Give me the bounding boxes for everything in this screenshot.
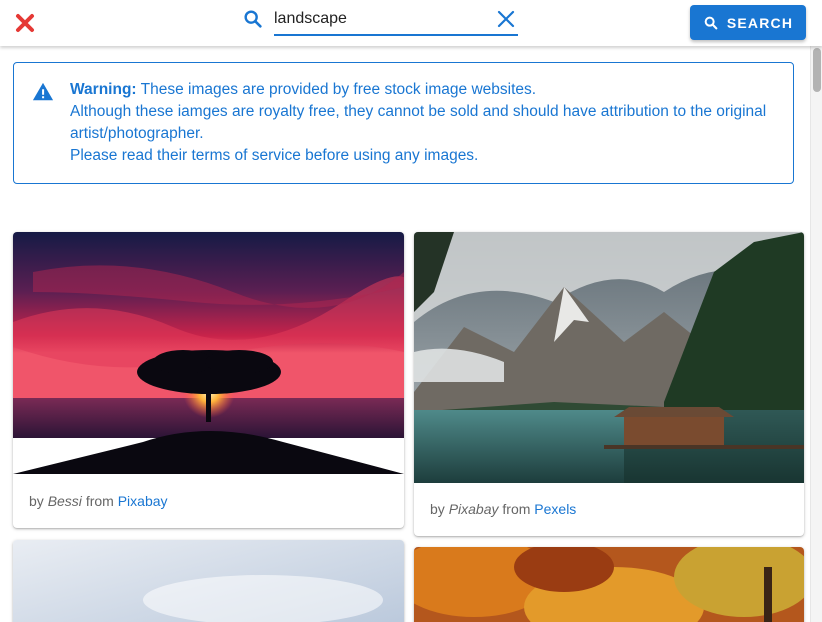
result-image[interactable]	[13, 540, 404, 622]
search-input[interactable]	[274, 6, 518, 36]
search-button-label: SEARCH	[726, 14, 794, 31]
result-image[interactable]	[414, 547, 804, 622]
search-icon	[242, 8, 264, 30]
image-card[interactable]: by Pixabay from Pexels	[414, 232, 804, 536]
top-bar: SEARCH	[0, 0, 822, 46]
image-caption: by Pixabay from Pexels	[430, 501, 576, 517]
warning-title: Warning:	[70, 81, 137, 98]
result-image[interactable]	[414, 232, 804, 483]
warning-icon	[32, 81, 54, 103]
caption-by: by	[430, 501, 445, 517]
warning-line-1: These images are provided by free stock …	[140, 81, 537, 98]
close-icon[interactable]	[14, 12, 36, 34]
warning-banner: Warning: These images are provided by fr…	[13, 62, 794, 184]
image-card[interactable]	[414, 547, 804, 622]
scrollbar[interactable]	[810, 46, 822, 622]
source-link[interactable]: Pexels	[534, 501, 576, 517]
clear-icon[interactable]	[496, 9, 516, 29]
warning-line-2: Although these iamges are royalty free, …	[70, 103, 767, 142]
warning-line-3: Please read their terms of service befor…	[70, 147, 479, 164]
search-button[interactable]: SEARCH	[690, 5, 806, 40]
image-caption: by Bessi from Pixabay	[29, 493, 168, 509]
search-button-icon	[704, 16, 718, 29]
caption-author: Pixabay	[448, 501, 499, 517]
image-card[interactable]: by Bessi from Pixabay	[13, 232, 404, 528]
caption-from: from	[502, 501, 531, 517]
caption-by: by	[29, 493, 44, 509]
caption-from: from	[85, 493, 114, 509]
warning-text: Warning: These images are provided by fr…	[70, 79, 770, 167]
image-card[interactable]	[13, 540, 404, 622]
result-image[interactable]	[13, 232, 404, 474]
scrollbar-thumb[interactable]	[813, 48, 821, 92]
source-link[interactable]: Pixabay	[118, 493, 168, 509]
caption-author: Bessi	[47, 493, 82, 509]
